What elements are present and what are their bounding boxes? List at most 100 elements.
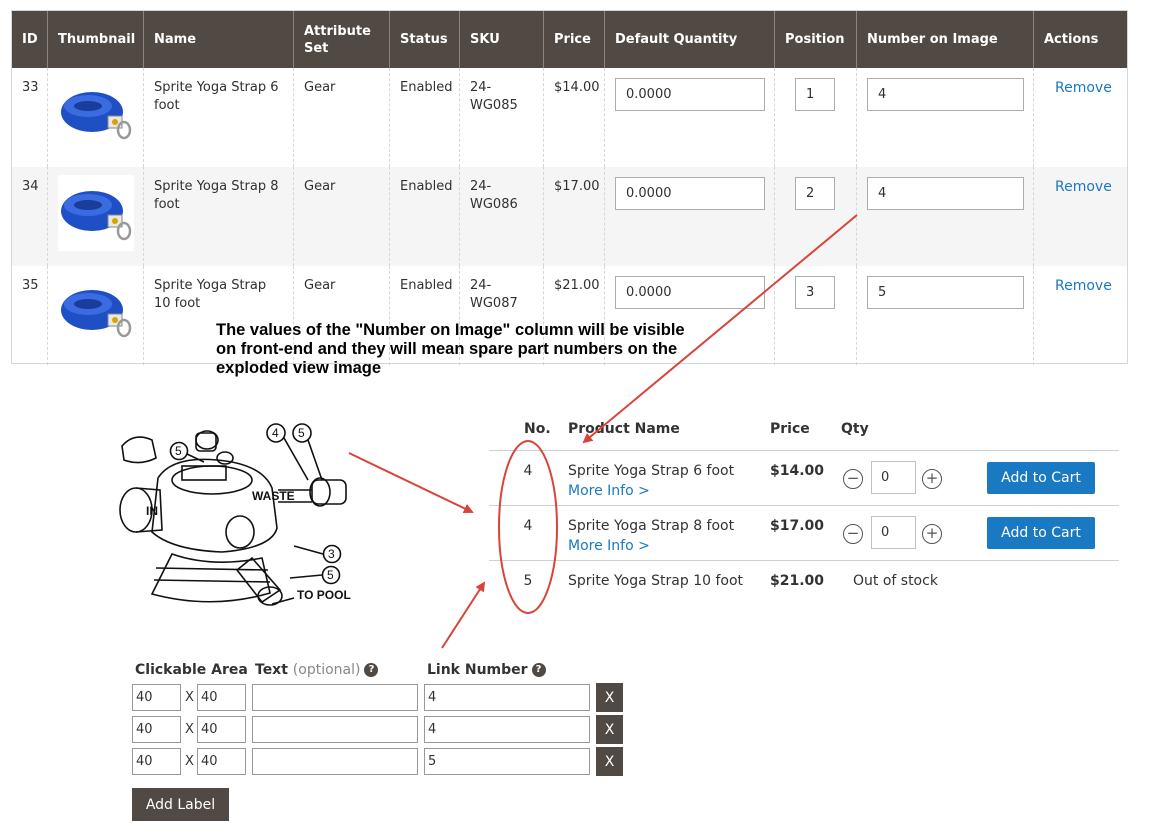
remove-label-button[interactable]: X [596, 715, 623, 744]
frontend-col-qty: Qty [841, 421, 869, 437]
row-attribute-set: Gear [294, 167, 390, 266]
remove-label-button[interactable]: X [596, 683, 623, 712]
col-id[interactable]: ID [12, 11, 48, 68]
label-text-input[interactable] [252, 716, 418, 743]
divider [489, 505, 1119, 506]
number-on-image-input[interactable]: 4 [867, 177, 1024, 210]
grid-header: ID Thumbnail Name Attribute Set Status S… [12, 11, 1127, 68]
minus-icon[interactable]: − [843, 469, 863, 489]
col-default-quantity[interactable]: Default Quantity [605, 11, 775, 68]
dimension-separator: X [185, 690, 194, 705]
col-thumbnail[interactable]: Thumbnail [48, 11, 144, 68]
position-input[interactable]: 3 [795, 276, 835, 309]
remove-link[interactable]: Remove [1055, 179, 1112, 195]
row-status: Enabled [390, 68, 460, 167]
diagram-label: 4 [272, 426, 279, 440]
plus-icon[interactable]: + [922, 469, 942, 489]
col-status[interactable]: Status [390, 11, 460, 68]
add-label-button[interactable]: Add Label [132, 788, 229, 821]
area-height-input[interactable]: 40 [197, 684, 246, 711]
row-status: Enabled [390, 167, 460, 266]
area-width-input[interactable]: 40 [132, 684, 181, 711]
col-name[interactable]: Name [144, 11, 294, 68]
label-text-input[interactable] [252, 748, 418, 775]
add-to-cart-button[interactable]: Add to Cart [987, 517, 1095, 549]
yoga-strap-thumbnail [58, 76, 134, 152]
row-actions: Remove [1034, 167, 1129, 266]
col-position[interactable]: Position [775, 11, 857, 68]
add-to-cart-button[interactable]: Add to Cart [987, 462, 1095, 494]
col-sku[interactable]: SKU [460, 11, 544, 68]
row-id: 35 [12, 266, 48, 365]
row-default-qty-cell: 0.0000 [605, 68, 775, 167]
table-row: 34 Sprite Yoga Strap 8 foot Gear Enabled… [12, 167, 1127, 266]
link-number-input[interactable]: 4 [424, 684, 590, 711]
link-number-input[interactable]: 5 [424, 748, 590, 775]
exploded-view-diagram[interactable]: 5 4 5 IN WASTE 3 5 TO POOL [112, 418, 362, 610]
help-icon[interactable]: ? [531, 663, 546, 677]
area-width-input[interactable]: 40 [132, 748, 181, 775]
diagram-label: TO POOL [297, 588, 351, 602]
annotation-arrow [348, 452, 474, 514]
frontend-row-no: 5 [523, 573, 533, 589]
row-position-cell: 2 [775, 167, 857, 266]
more-info-link[interactable]: More Info > [568, 483, 650, 499]
help-icon[interactable]: ? [364, 663, 379, 677]
position-input[interactable]: 2 [795, 177, 835, 210]
default-qty-input[interactable]: 0.0000 [615, 78, 765, 111]
row-price: $17.00 [544, 167, 605, 266]
dimension-separator: X [185, 722, 194, 737]
divider [489, 450, 1119, 451]
remove-label-button[interactable]: X [596, 747, 623, 776]
row-actions: Remove [1034, 266, 1129, 365]
frontend-row-name: Sprite Yoga Strap 6 foot [568, 463, 735, 479]
label-text-input[interactable] [252, 684, 418, 711]
row-thumbnail [48, 266, 144, 365]
position-input[interactable]: 1 [795, 78, 835, 111]
frontend-row-name: Sprite Yoga Strap 8 foot [568, 518, 735, 534]
frontend-row-price: $14.00 [770, 463, 825, 479]
default-qty-input[interactable]: 0.0000 [615, 177, 765, 210]
row-position-cell: 1 [775, 68, 857, 167]
diagram-label: 5 [327, 568, 334, 582]
col-number-on-image[interactable]: Number on Image [857, 11, 1034, 68]
more-info-link[interactable]: More Info > [568, 538, 650, 554]
number-on-image-input[interactable]: 5 [867, 276, 1024, 309]
remove-link[interactable]: Remove [1055, 80, 1112, 96]
out-of-stock-label: Out of stock [853, 573, 938, 589]
table-row: 33 Sprite Yoga Strap 6 foot Gear Enabled… [12, 68, 1127, 167]
col-price[interactable]: Price [544, 11, 605, 68]
number-on-image-input[interactable]: 4 [867, 78, 1024, 111]
remove-link[interactable]: Remove [1055, 278, 1112, 294]
frontend-row-price: $21.00 [770, 573, 825, 589]
row-id: 33 [12, 68, 48, 167]
col-attribute-set[interactable]: Attribute Set [294, 11, 390, 68]
frontend-col-price: Price [770, 421, 810, 437]
diagram-label: 5 [175, 444, 182, 458]
diagram-label: WASTE [252, 489, 295, 503]
products-grid: ID Thumbnail Name Attribute Set Status S… [11, 10, 1129, 365]
link-number-heading: Link Number? [427, 662, 546, 678]
link-number-input[interactable]: 4 [424, 716, 590, 743]
default-qty-input[interactable]: 0.0000 [615, 276, 765, 309]
row-name: Sprite Yoga Strap 8 foot [144, 167, 294, 266]
area-height-input[interactable]: 40 [197, 716, 246, 743]
row-sku: 24-WG085 [460, 68, 544, 167]
row-number-on-image-cell: 4 [857, 167, 1034, 266]
row-position-cell: 3 [775, 266, 857, 365]
col-actions: Actions [1044, 32, 1099, 47]
minus-icon[interactable]: − [843, 524, 863, 544]
qty-input[interactable]: 0 [871, 516, 916, 549]
area-height-input[interactable]: 40 [197, 748, 246, 775]
text-heading: Text (optional)? [255, 662, 379, 678]
qty-input[interactable]: 0 [871, 461, 916, 494]
dimension-separator: X [185, 754, 194, 769]
diagram-label: 5 [298, 426, 305, 440]
row-name: Sprite Yoga Strap 6 foot [144, 68, 294, 167]
row-default-qty-cell: 0.0000 [605, 167, 775, 266]
area-width-input[interactable]: 40 [132, 716, 181, 743]
row-sku: 24-WG086 [460, 167, 544, 266]
diagram-label: IN [146, 504, 158, 518]
plus-icon[interactable]: + [922, 524, 942, 544]
row-id: 34 [12, 167, 48, 266]
